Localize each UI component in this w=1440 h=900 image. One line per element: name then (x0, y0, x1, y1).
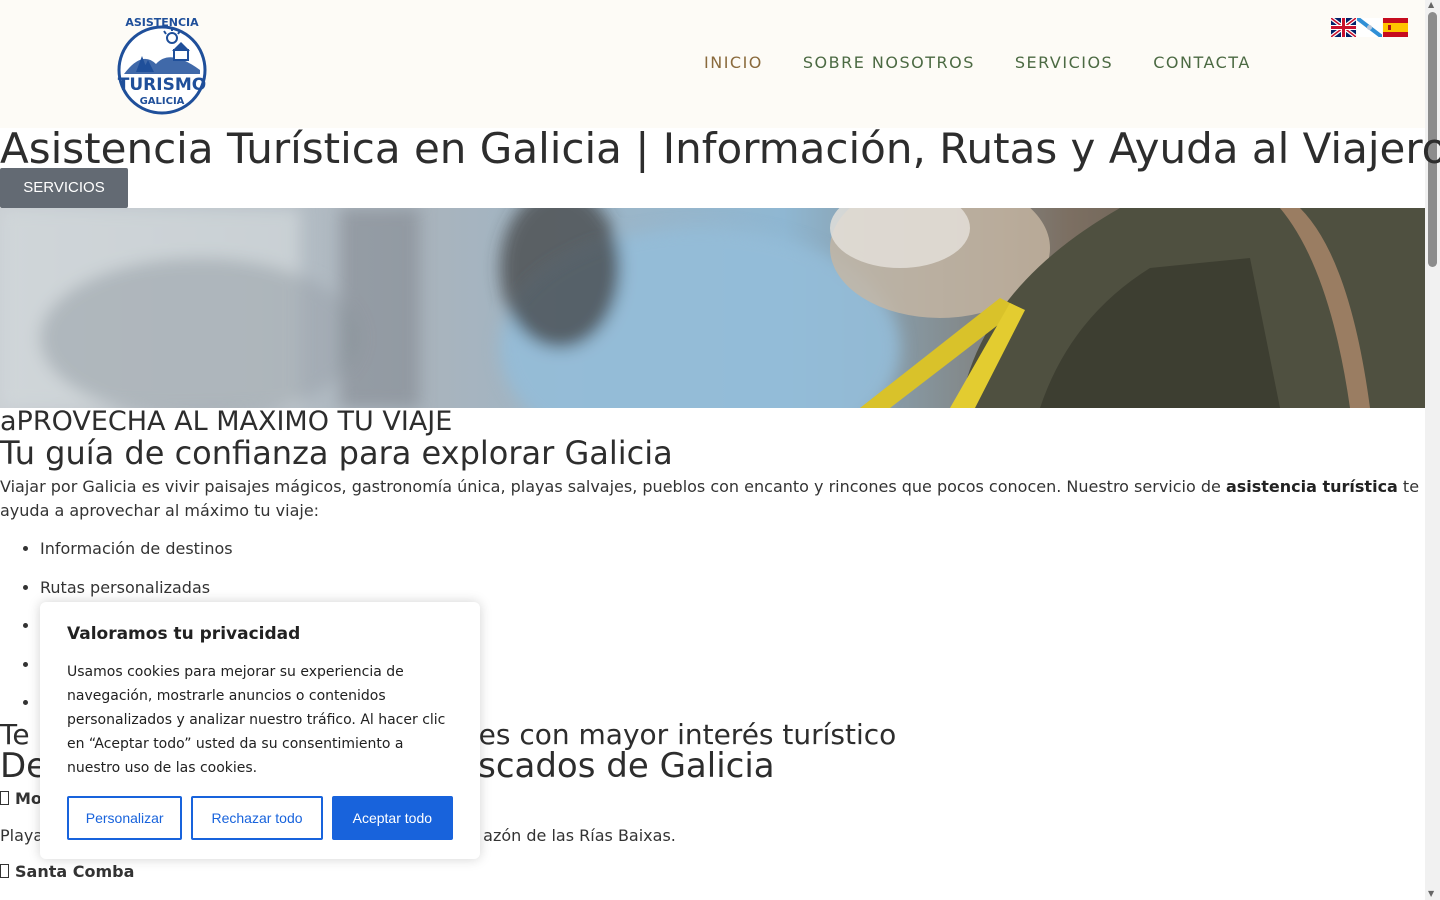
place-title: Mo (0, 789, 42, 808)
intro-bold: asistencia turística (1225, 477, 1398, 496)
cookie-title: Valoramos tu privacidad (67, 624, 301, 644)
site-header: ASISTENCIA TURISMO GALICIA INICIO SOBRE … (0, 0, 1425, 128)
accept-all-button[interactable]: Aceptar todo (331, 796, 453, 840)
main-nav: INICIO SOBRE NOSOTROS SERVICIOS CONTACTA (704, 53, 1251, 72)
flag-uk-icon[interactable] (1331, 18, 1356, 37)
scroll-down-arrow-icon[interactable]: ▼ (1428, 889, 1434, 898)
scroll-up-arrow-icon[interactable]: ▲ (1428, 0, 1434, 9)
page-title: Asistencia Turística en Galicia | Inform… (0, 124, 1440, 173)
reject-all-button[interactable]: Rechazar todo (191, 796, 323, 840)
servicios-button[interactable]: SERVICIOS (0, 168, 128, 208)
cookie-consent-banner: Valoramos tu privacidad Usamos cookies p… (40, 602, 480, 859)
logo-main-text: TURISMO (118, 75, 206, 95)
place-description-end: azón de las Rías Baixas. (483, 826, 676, 845)
hero-image (0, 208, 1425, 408)
logo-sub-text: GALICIA (140, 96, 185, 107)
intro-text-start: Viajar por Galicia es vivir paisajes mág… (0, 477, 1226, 496)
site-logo[interactable]: ASISTENCIA TURISMO GALICIA (112, 12, 212, 116)
language-switcher (1331, 18, 1408, 37)
hero-photo (0, 208, 1425, 408)
nav-inicio[interactable]: INICIO (704, 53, 763, 72)
intro-paragraph: Viajar por Galicia es vivir paisajes mág… (0, 475, 1425, 523)
place-title: Santa Comba (0, 862, 134, 881)
list-item: Información de destinos (40, 537, 1425, 576)
place-description-start: Playa (0, 826, 44, 845)
nav-servicios[interactable]: SERVICIOS (1015, 53, 1113, 72)
flag-spain-icon[interactable] (1383, 18, 1408, 37)
logo-top-text: ASISTENCIA (125, 16, 199, 29)
nav-contacta[interactable]: CONTACTA (1153, 53, 1251, 72)
nav-sobre-nosotros[interactable]: SOBRE NOSOTROS (803, 53, 975, 72)
logo-emblem: ASISTENCIA TURISMO GALICIA (117, 16, 207, 115)
place-title-text: Santa Comba (15, 862, 135, 881)
section-eyebrow: aPROVECHA AL MAXIMO TU VIAJE (0, 406, 453, 437)
cookie-buttons: Personalizar Rechazar todo Aceptar todo (67, 796, 453, 840)
pin-icon (0, 864, 9, 878)
section-heading: Tu guía de confianza para explorar Galic… (0, 434, 673, 472)
customize-cookies-button[interactable]: Personalizar (67, 796, 183, 840)
pin-icon (0, 791, 9, 805)
places-heading-end: scados de Galicia (478, 746, 775, 786)
place-title-text: Mo (15, 789, 42, 808)
cookie-text: Usamos cookies para mejorar su experienc… (67, 664, 446, 776)
flag-galicia-icon[interactable] (1357, 18, 1382, 37)
